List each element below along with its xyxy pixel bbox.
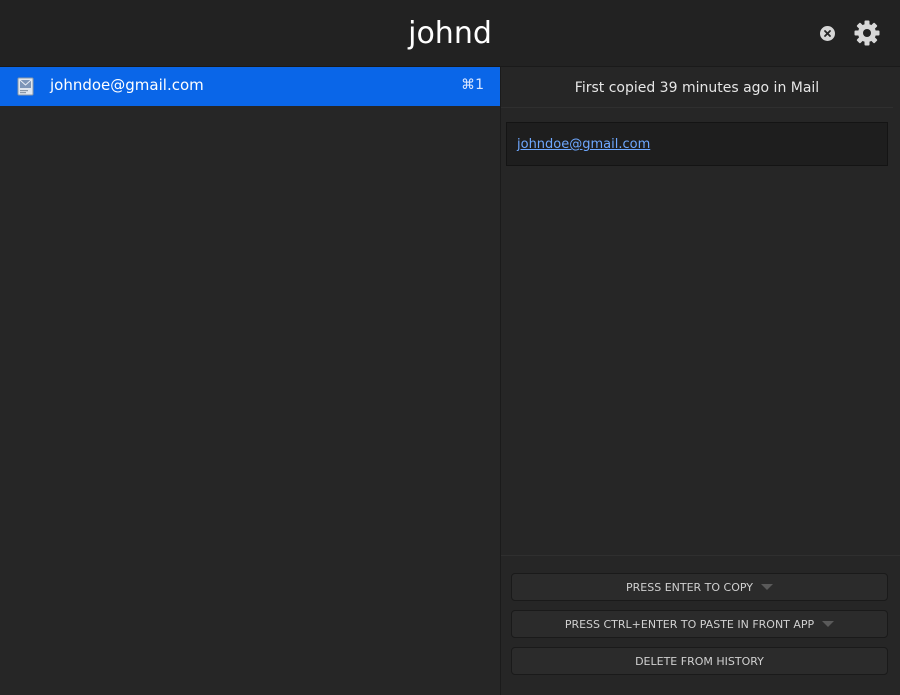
copy-button[interactable]: PRESS ENTER TO COPY bbox=[511, 573, 888, 601]
actions-divider bbox=[501, 555, 900, 556]
delete-button[interactable]: DELETE FROM HISTORY bbox=[511, 647, 888, 675]
clear-circle-icon bbox=[824, 30, 831, 37]
settings-button[interactable] bbox=[853, 19, 881, 47]
list-item[interactable]: johndoe@gmail.com ⌘1 bbox=[0, 67, 500, 106]
copy-button-label: PRESS ENTER TO COPY bbox=[626, 581, 753, 594]
mail-app-icon bbox=[17, 77, 34, 96]
chevron-down-icon[interactable] bbox=[822, 621, 835, 627]
chevron-down-icon[interactable] bbox=[761, 584, 773, 590]
email-link[interactable]: johndoe@gmail.com bbox=[517, 137, 650, 152]
paste-button-label: PRESS CTRL+ENTER TO PASTE IN FRONT APP bbox=[564, 618, 815, 631]
clip-list: johndoe@gmail.com ⌘1 bbox=[0, 67, 501, 695]
clip-detail-pane: First copied 39 minutes ago in Mail john… bbox=[501, 67, 900, 695]
clip-preview: johndoe@gmail.com bbox=[506, 122, 888, 166]
clip-text: johndoe@gmail.com bbox=[50, 76, 204, 94]
paste-button[interactable]: PRESS CTRL+ENTER TO PASTE IN FRONT APP bbox=[511, 610, 888, 638]
clipboard-window: johndoe@gmail.com ⌘1 First copied 39 min… bbox=[0, 0, 900, 695]
clip-shortcut: ⌘1 bbox=[461, 77, 484, 93]
delete-button-label: DELETE FROM HISTORY bbox=[635, 655, 764, 668]
gear-icon bbox=[854, 20, 880, 46]
clip-info-text: First copied 39 minutes ago in Mail bbox=[501, 67, 893, 108]
search-bar bbox=[0, 0, 900, 67]
search-input[interactable] bbox=[200, 10, 700, 56]
clear-search-button[interactable] bbox=[820, 26, 835, 41]
